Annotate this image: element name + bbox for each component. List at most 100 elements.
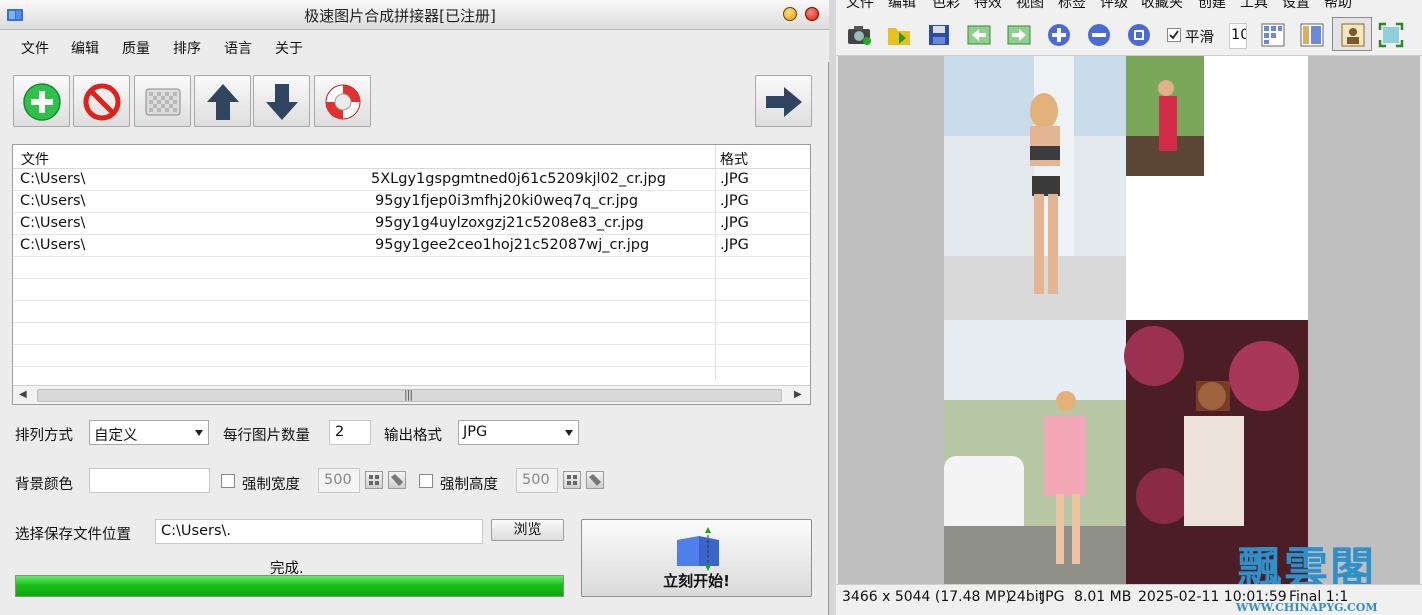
force-width-input[interactable]: 500	[318, 468, 360, 493]
merge-icon	[677, 527, 719, 571]
column-format-header[interactable]: 格式	[720, 149, 748, 169]
no-entry-icon	[83, 83, 121, 121]
save-path-value: C:\Users\.	[161, 523, 231, 539]
collage-image	[944, 56, 1308, 584]
viewer-menu-favorites[interactable]: 收藏夹	[1141, 0, 1183, 12]
chevron-down-icon	[195, 430, 203, 436]
viewer-menu-rating[interactable]: 评级	[1100, 0, 1128, 12]
viewer-menu-file[interactable]: 文件	[846, 0, 874, 12]
image-canvas[interactable]: 飄雲閣	[838, 56, 1420, 594]
force-height-input[interactable]: 500	[516, 468, 558, 493]
close-button[interactable]	[805, 7, 819, 21]
add-image-button[interactable]	[13, 75, 70, 127]
help-button[interactable]	[314, 75, 371, 127]
fit-window-icon[interactable]	[1378, 22, 1404, 48]
menu-sort[interactable]: 排序	[173, 38, 201, 58]
scroll-thumb[interactable]: |||	[37, 388, 782, 402]
arrange-select[interactable]: 自定义	[89, 420, 209, 445]
previous-image-icon[interactable]	[966, 22, 992, 48]
menu-edit[interactable]: 编辑	[71, 38, 99, 58]
next-image-icon[interactable]	[1006, 22, 1032, 48]
browse-button[interactable]: 浏览	[491, 519, 564, 541]
column-file-header[interactable]: 文件	[21, 149, 49, 169]
empty-row	[13, 323, 810, 345]
viewer-menu-help[interactable]: 帮助	[1324, 0, 1352, 12]
image-viewer-window: 文件 编辑 色彩 特效 视图 标签 评级 收藏夹 创建 工具 设置 帮助 平滑 …	[836, 0, 1422, 615]
menu-quality[interactable]: 质量	[122, 38, 150, 58]
viewer-menu-settings[interactable]: 设置	[1282, 0, 1310, 12]
grid-icon	[567, 475, 577, 485]
move-down-button[interactable]	[253, 75, 310, 127]
viewer-menu-tools[interactable]: 工具	[1240, 0, 1268, 12]
per-row-input[interactable]: 2	[329, 420, 371, 445]
viewer-menu-view[interactable]: 视图	[1016, 0, 1044, 12]
smooth-label: 平滑	[1185, 30, 1214, 46]
viewer-menu-effects[interactable]: 特效	[974, 0, 1002, 12]
redaction-mask	[93, 172, 369, 189]
file-list-header: 文件 格式	[13, 145, 810, 169]
redaction-mask	[93, 238, 373, 255]
file-path-end: 95gy1g4uylzoxgzj21c5208e83_cr.jpg	[375, 215, 644, 231]
viewer-menu-create[interactable]: 创建	[1198, 0, 1226, 12]
collage-maker-window: 极速图片合成拼接器[已注册] 文件 编辑 质量 排序 语言 关于 文件 格式 C…	[0, 0, 829, 615]
eraser-icon	[391, 474, 403, 486]
move-up-button[interactable]	[194, 75, 251, 127]
menu-language[interactable]: 语言	[224, 38, 252, 58]
width-grid-button[interactable]	[365, 471, 383, 489]
arrange-label: 排列方式	[15, 428, 73, 444]
fullscreen-view-toggle[interactable]	[1332, 17, 1372, 51]
arrow-right-icon	[766, 87, 802, 117]
file-path-end: 5XLgy1gspgmtned0j61c5209kjl02_cr.jpg	[371, 171, 666, 187]
progress-bar	[15, 575, 564, 597]
viewer-menu-color[interactable]: 色彩	[932, 0, 960, 12]
menu-about[interactable]: 关于	[275, 38, 303, 58]
check-icon	[1169, 30, 1179, 40]
start-button[interactable]: 立刻开始!	[581, 519, 812, 597]
height-grid-button[interactable]	[563, 471, 581, 489]
next-button[interactable]	[755, 75, 812, 127]
scroll-right-icon[interactable]: ▶	[794, 389, 802, 400]
force-height-checkbox[interactable]	[419, 474, 433, 488]
file-path-start: C:\Users\	[20, 215, 86, 231]
remove-image-button[interactable]	[73, 75, 130, 127]
save-path-input[interactable]: C:\Users\.	[155, 519, 483, 544]
force-height-value: 500	[522, 472, 550, 488]
output-format-select[interactable]: JPG	[458, 420, 579, 445]
empty-row	[13, 257, 810, 279]
smooth-checkbox[interactable]	[1167, 28, 1181, 42]
height-eraser-button[interactable]	[586, 471, 604, 489]
zoom-in-icon[interactable]	[1046, 22, 1072, 48]
viewer-menu-edit[interactable]: 编辑	[888, 0, 916, 12]
zoom-out-icon[interactable]	[1086, 22, 1112, 48]
open-folder-icon[interactable]	[886, 22, 912, 48]
thumbnails-icon[interactable]	[1260, 22, 1286, 48]
chevron-down-icon	[565, 430, 573, 436]
viewer-status-bar: 3466 x 5044 (17.48 MP) 24bit JPG 8.01 MB…	[836, 584, 1422, 615]
zoom-field[interactable]: 10	[1229, 23, 1247, 49]
grid-icon	[369, 475, 379, 485]
browser-icon[interactable]	[1299, 22, 1325, 48]
save-icon[interactable]	[926, 22, 952, 48]
menu-bar: 文件 编辑 质量 排序 语言 关于	[0, 30, 829, 62]
minimize-button[interactable]	[783, 7, 797, 21]
clear-list-button[interactable]	[134, 75, 191, 127]
bg-color-swatch[interactable]	[89, 468, 210, 493]
menu-file[interactable]: 文件	[21, 38, 49, 58]
start-button-label: 立刻开始!	[663, 572, 730, 590]
file-format: .JPG	[720, 215, 749, 231]
image-filesize: 8.01 MB	[1074, 589, 1132, 605]
scroll-left-icon[interactable]: ◀	[19, 389, 27, 400]
camera-icon[interactable]	[846, 22, 872, 48]
width-eraser-button[interactable]	[388, 471, 406, 489]
file-list[interactable]: 文件 格式 C:\Users\ 5XLgy1gspgmtned0j61c5209…	[12, 144, 811, 405]
force-width-checkbox[interactable]	[221, 474, 235, 488]
viewer-menu-tags[interactable]: 标签	[1058, 0, 1086, 12]
portrait-icon	[1341, 23, 1365, 47]
actual-size-icon[interactable]	[1126, 22, 1152, 48]
viewer-toolbar: 平滑 10	[836, 12, 1422, 56]
viewer-menu-bar: 文件 编辑 色彩 特效 视图 标签 评级 收藏夹 创建 工具 设置 帮助	[836, 0, 1422, 12]
empty-row	[13, 279, 810, 301]
horizontal-scrollbar[interactable]: ◀ ||| ▶	[13, 385, 810, 404]
per-row-label: 每行图片数量	[223, 428, 310, 444]
file-format: .JPG	[720, 237, 749, 253]
